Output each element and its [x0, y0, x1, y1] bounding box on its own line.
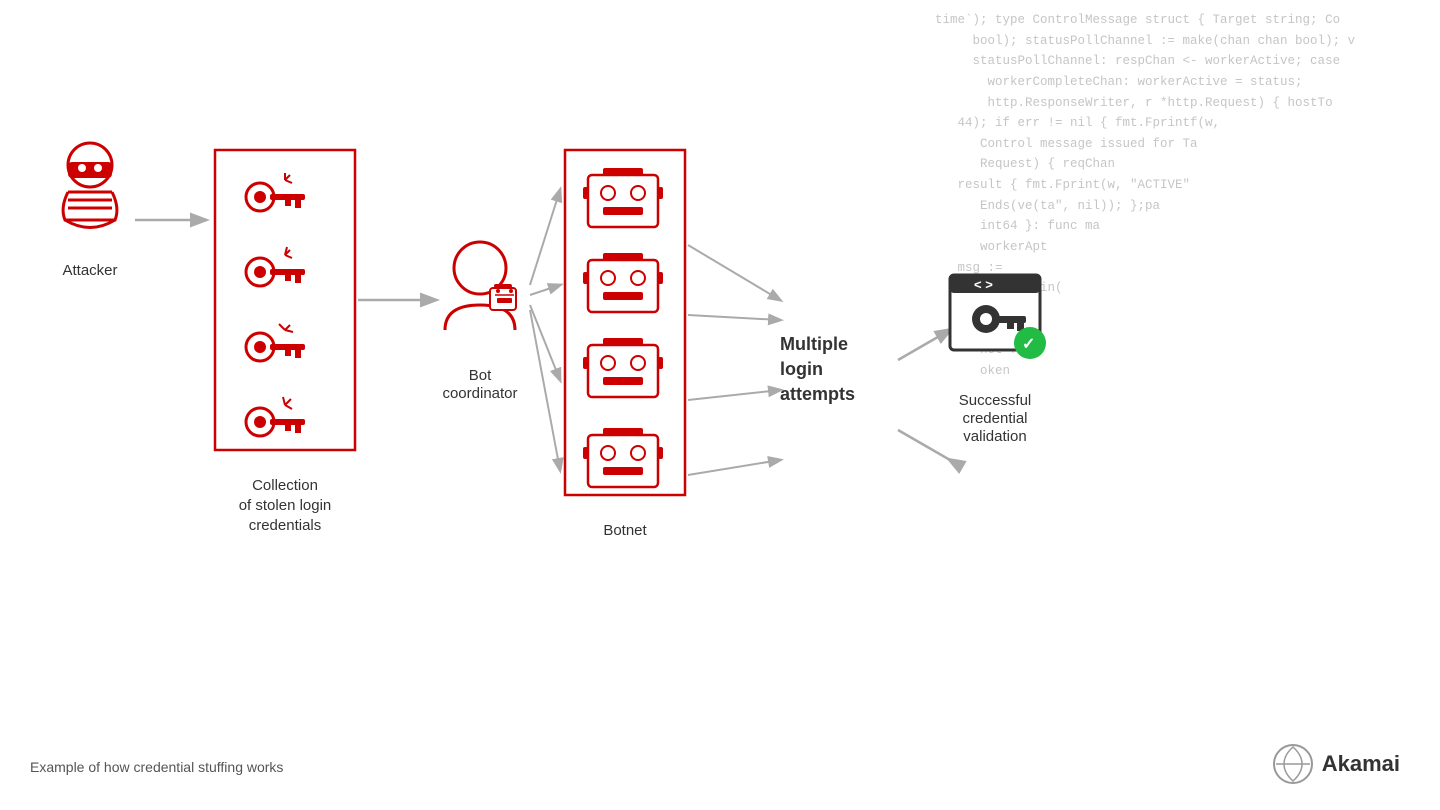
- svg-text:attempts: attempts: [780, 384, 855, 404]
- svg-text:login: login: [780, 359, 823, 379]
- arrow-bot-2: [530, 285, 560, 295]
- arrow-botnet-login-mid: [688, 315, 780, 320]
- svg-text:coordinator: coordinator: [442, 385, 517, 402]
- svg-text:of stolen login: of stolen login: [239, 497, 332, 514]
- main-diagram: Attacker: [20, 100, 1200, 700]
- bottom-caption: Example of how credential stuffing works: [30, 759, 283, 775]
- akamai-text: Akamai: [1322, 751, 1400, 777]
- robot-icon-2: [583, 253, 663, 312]
- key-icon-1: [246, 173, 305, 211]
- key-icon-3: [246, 324, 305, 361]
- key-icon-2: [246, 247, 305, 286]
- arrow-bot-3: [530, 305, 560, 380]
- arrow-bot-1: [530, 190, 560, 285]
- attacker-label: Attacker: [62, 262, 117, 279]
- arrow-to-key-lower: [898, 430, 950, 460]
- arrow-bot-4: [530, 310, 560, 470]
- arrow-botnet-login-lower: [688, 390, 780, 400]
- botnet-label: Botnet: [603, 522, 647, 539]
- robot-icon-3: [583, 338, 663, 397]
- svg-text:✓: ✓: [1022, 336, 1035, 353]
- svg-text:credentials: credentials: [249, 517, 322, 534]
- bot-coordinator-icon: [445, 242, 516, 330]
- akamai-logo: Akamai: [1272, 743, 1400, 785]
- credential-validation-icon: < > ✓: [950, 275, 1046, 359]
- arrow-to-key-upper: [898, 330, 950, 360]
- robot-icon-4: [583, 428, 663, 487]
- multiple-login-label: Multiple: [780, 334, 848, 354]
- akamai-icon: [1272, 743, 1314, 785]
- arrow-botnet-login-bottom: [688, 460, 780, 475]
- svg-text:credential: credential: [962, 410, 1027, 427]
- key-icon-4: [246, 397, 305, 436]
- bot-coordinator-label: Bot: [469, 367, 492, 384]
- arrow-botnet-login-upper: [688, 245, 780, 300]
- attacker-icon: [63, 143, 117, 228]
- credentials-label: Collection: [252, 477, 318, 494]
- botnet-box: [565, 150, 685, 495]
- svg-text:< >: < >: [974, 277, 993, 292]
- successful-label: Successful: [959, 392, 1032, 409]
- svg-text:validation: validation: [963, 428, 1026, 445]
- robot-icon-1: [583, 168, 663, 227]
